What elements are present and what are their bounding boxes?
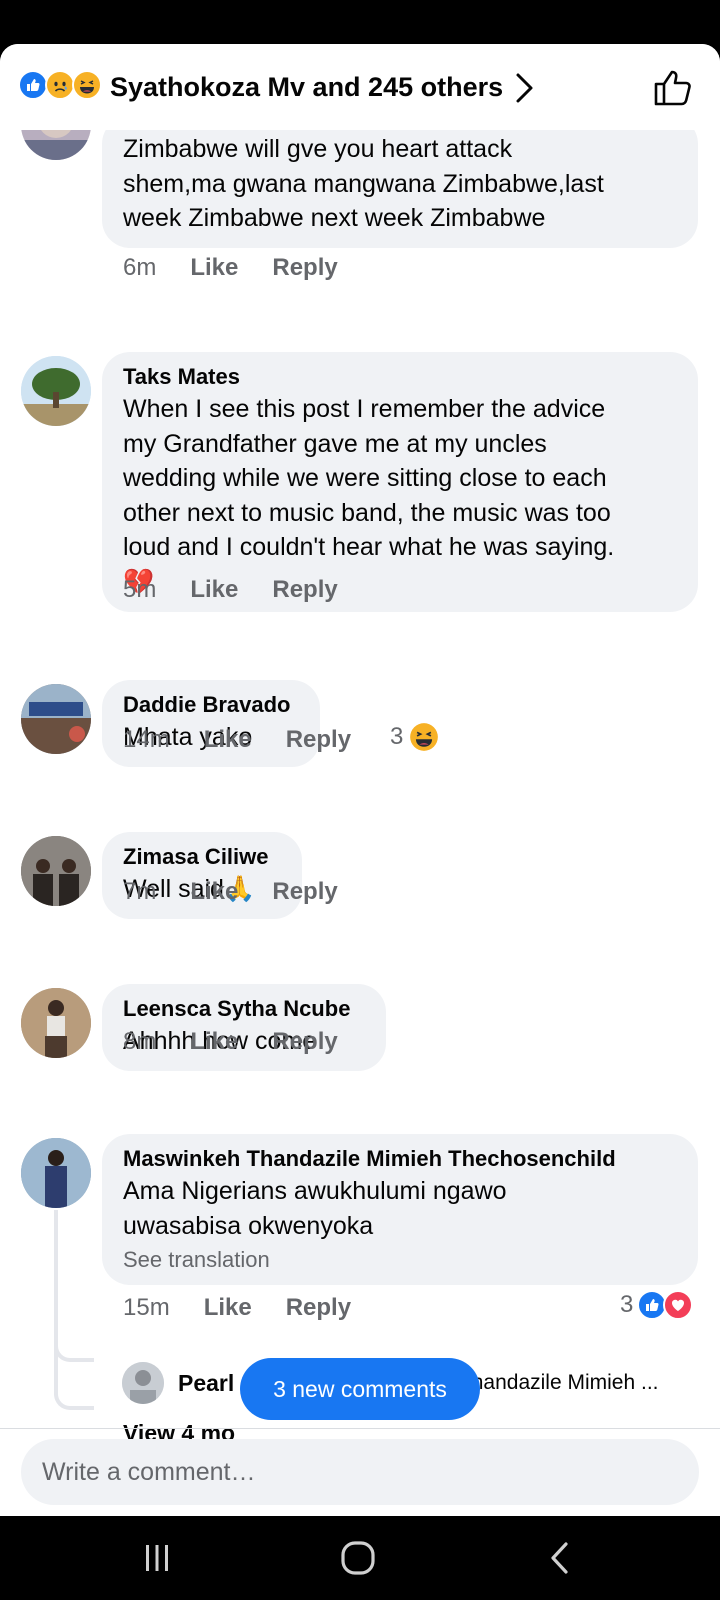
commenter-avatar[interactable] (21, 836, 91, 906)
reactions-header[interactable]: Syathokoza Mv and 245 others (0, 44, 720, 130)
comment-input[interactable] (21, 1439, 699, 1505)
recent-apps-icon[interactable] (127, 1536, 187, 1580)
commenter-avatar[interactable] (21, 130, 91, 160)
reply-button[interactable]: Reply (272, 878, 337, 906)
comment-bubble[interactable]: Maswinkeh Thandazile Mimieh Thechosenchi… (102, 1134, 698, 1285)
reply-button[interactable]: Reply (286, 1294, 351, 1322)
commenter-avatar[interactable] (21, 356, 91, 426)
status-bar (0, 0, 720, 44)
comment-text: When I see this post I remember the advi… (123, 395, 606, 423)
reply-button[interactable]: Reply (272, 254, 337, 282)
like-post-button[interactable] (652, 66, 696, 110)
comment-text: my Grandfather gave me at my uncles (123, 429, 547, 458)
reactions-title[interactable]: Syathokoza Mv and 245 others (110, 70, 503, 104)
comments-sheet: Syathokoza Mv and 245 others Zimbabwe wi… (0, 44, 720, 1516)
thread-connector (54, 1360, 94, 1410)
commenter-name[interactable]: Zimasa Ciliwe (123, 842, 282, 872)
comment-actions: 7m Like Reply (123, 878, 372, 906)
commenter-name[interactable]: Daddie Bravado (123, 690, 300, 720)
comment-bubble[interactable]: Zimbabwe will gve you heart attack shem,… (102, 130, 698, 248)
comment-actions: 6m Like Reply (123, 254, 372, 282)
commenter-avatar[interactable] (21, 988, 91, 1058)
like-button[interactable]: Like (190, 254, 238, 282)
commenter-name[interactable]: Maswinkeh Thandazile Mimieh Thechosenchi… (123, 1144, 678, 1174)
reaction-summary[interactable] (18, 70, 102, 102)
like-button[interactable]: Like (190, 1028, 238, 1056)
comment-actions: 14m Like Reply (123, 726, 385, 754)
comment-actions: 8m Like Reply (123, 1028, 372, 1056)
comment-text: wedding while we were sitting close to e… (123, 464, 607, 492)
haha-icon (72, 70, 102, 100)
reply-button[interactable]: Reply (272, 576, 337, 604)
comments-list[interactable]: Zimbabwe will gve you heart attack shem,… (0, 130, 720, 1466)
commenter-avatar[interactable] (21, 684, 91, 754)
comment-bubble[interactable]: Taks Mates When I see this post I rememb… (102, 352, 698, 612)
composer-divider (0, 1428, 720, 1429)
new-comments-button[interactable]: 3 new comments (240, 1358, 480, 1420)
comment-text: other next to music band, the music was … (123, 498, 611, 527)
comment-text: shem,ma gwana mangwana Zimbabwe,last (123, 169, 604, 198)
commenter-name[interactable]: Taks Mates (123, 362, 678, 392)
comment-time: 6m (123, 254, 157, 281)
comment-text: uwasabisa okwenyoka (123, 1211, 374, 1240)
commenter-name[interactable]: Leensca Sytha Ncube (123, 994, 366, 1024)
love-icon (663, 1290, 694, 1320)
comment-time: 5m (123, 576, 157, 603)
comment-actions: 15m Like Reply (123, 1294, 385, 1322)
like-button[interactable]: Like (190, 878, 238, 906)
thread-connector (54, 1300, 94, 1362)
comment-reactions[interactable]: 3 (620, 1290, 694, 1320)
haha-icon (409, 722, 439, 752)
system-nav-bar (0, 1516, 720, 1600)
like-icon (18, 70, 48, 100)
reply-button[interactable]: Reply (272, 1028, 337, 1056)
reply-avatar[interactable] (122, 1362, 164, 1404)
comment-actions: 5m Like Reply (123, 576, 372, 604)
chevron-right-icon[interactable] (514, 72, 536, 109)
sad-icon (45, 70, 75, 100)
comment-text: week Zimbabwe next week Zimbabwe (123, 204, 546, 232)
comment-text: Ama Nigerians awukhulumi ngawo (123, 1177, 507, 1205)
comment-time: 14m (123, 726, 170, 753)
commenter-avatar[interactable] (21, 1138, 91, 1208)
see-translation-link[interactable]: See translation (123, 1247, 678, 1273)
like-button[interactable]: Like (204, 726, 252, 754)
like-button[interactable]: Like (190, 576, 238, 604)
comment-text: Zimbabwe will gve you heart attack (123, 135, 513, 163)
comment-time: 15m (123, 1294, 170, 1321)
comment-time: 8m (123, 1028, 157, 1055)
comment-text: loud and I couldn't hear what he was say… (123, 533, 615, 561)
comment-composer[interactable] (21, 1439, 699, 1505)
comment-time: 7m (123, 878, 157, 905)
like-button[interactable]: Like (204, 1294, 252, 1322)
reaction-count: 3 (390, 723, 404, 750)
thumbs-up-icon (654, 70, 691, 106)
back-icon[interactable] (530, 1536, 590, 1580)
home-icon[interactable] (328, 1536, 388, 1580)
comment-reactions[interactable]: 3 (390, 722, 439, 752)
reply-button[interactable]: Reply (286, 726, 351, 754)
reaction-count: 3 (620, 1291, 634, 1318)
